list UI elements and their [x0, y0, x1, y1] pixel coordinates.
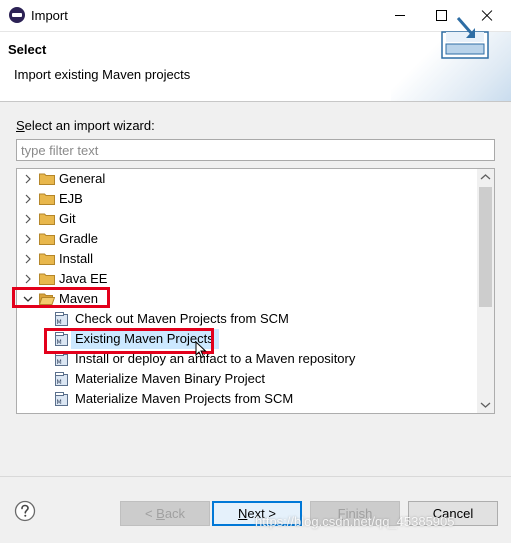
- back-button-arrow: <: [144, 506, 157, 521]
- tree-item-label: General: [59, 171, 106, 186]
- tree-item-checkout-maven-scm[interactable]: M Check out Maven Projects from SCM: [17, 309, 477, 329]
- tree-item-label: Check out Maven Projects from SCM: [75, 311, 289, 326]
- scroll-down-icon[interactable]: [477, 396, 494, 413]
- svg-text:M: M: [57, 399, 62, 406]
- chevron-right-icon[interactable]: [23, 209, 33, 229]
- watermark-text: https://blog.csdn.net/qq_45385905: [255, 514, 455, 529]
- chevron-right-icon[interactable]: [23, 229, 33, 249]
- filter-input[interactable]: [16, 139, 495, 161]
- tree-item-label: Java EE: [59, 271, 108, 286]
- maven-project-icon: M: [55, 392, 68, 406]
- folder-icon: [39, 413, 55, 414]
- wizard-header: Select Import existing Maven projects: [0, 32, 511, 102]
- chevron-right-icon[interactable]: [23, 249, 33, 269]
- help-icon[interactable]: [14, 500, 36, 522]
- folder-icon: [39, 193, 55, 205]
- tree-item-git[interactable]: Git: [17, 209, 477, 229]
- maven-project-icon: M: [55, 312, 68, 326]
- folder-icon: [39, 273, 55, 285]
- chevron-right-icon[interactable]: [23, 269, 33, 289]
- tree-item-ejb[interactable]: EJB: [17, 189, 477, 209]
- tree-item-java-ee[interactable]: Java EE: [17, 269, 477, 289]
- tree-item-label: Gradle: [59, 231, 99, 246]
- svg-text:M: M: [57, 379, 62, 386]
- next-button-mnemonic: N: [238, 506, 248, 521]
- existing-projects-highlight-box: [44, 328, 214, 354]
- back-button-mnemonic: B: [156, 506, 165, 521]
- filter-label: Select an import wizard:: [16, 118, 155, 133]
- folder-icon: [39, 173, 55, 185]
- svg-text:M: M: [57, 359, 62, 366]
- filter-label-text: elect an import wizard:: [24, 118, 155, 133]
- tree-item-materialize-scm[interactable]: M Materialize Maven Projects from SCM: [17, 389, 477, 409]
- tree-item-general[interactable]: General: [17, 169, 477, 189]
- filter-label-mnemonic: S: [16, 118, 25, 133]
- folder-icon: [39, 233, 55, 245]
- tree-item-label: EJB: [59, 191, 83, 206]
- chevron-right-icon[interactable]: [23, 189, 33, 209]
- page-description: Import existing Maven projects: [14, 67, 191, 82]
- svg-text:M: M: [57, 319, 62, 326]
- maven-project-icon: M: [55, 372, 68, 386]
- tree-item-gradle[interactable]: Gradle: [17, 229, 477, 249]
- folder-icon: [39, 213, 55, 225]
- tree-item-label: Install: [59, 251, 93, 266]
- scroll-up-icon[interactable]: [477, 169, 494, 186]
- minimize-button[interactable]: [378, 0, 422, 32]
- chevron-right-icon[interactable]: [23, 169, 33, 189]
- tree-item-install[interactable]: Install: [17, 249, 477, 269]
- maven-highlight-box: [12, 287, 110, 308]
- back-button-label: ack: [164, 506, 186, 521]
- title-bar: Import: [0, 0, 511, 32]
- import-wizard-icon: [441, 17, 489, 59]
- footer-separator: [0, 476, 511, 477]
- scrollbar-thumb[interactable]: [479, 187, 492, 307]
- clipped-tree-row: [17, 413, 117, 414]
- mouse-cursor-icon: [195, 341, 207, 359]
- chevron-right-icon: [23, 413, 33, 414]
- folder-icon: [39, 253, 55, 265]
- tree-scrollbar[interactable]: [477, 169, 494, 413]
- tree-item-label: Materialize Maven Projects from SCM: [75, 391, 294, 406]
- window-title: Import: [31, 8, 68, 23]
- tree-item-label: Git: [59, 211, 76, 226]
- page-title: Select: [8, 42, 47, 57]
- back-button[interactable]: < Back: [120, 501, 210, 526]
- tree-item-materialize-binary[interactable]: M Materialize Maven Binary Project: [17, 369, 477, 389]
- tree-item-label: Materialize Maven Binary Project: [75, 371, 266, 386]
- eclipse-icon: [9, 7, 25, 23]
